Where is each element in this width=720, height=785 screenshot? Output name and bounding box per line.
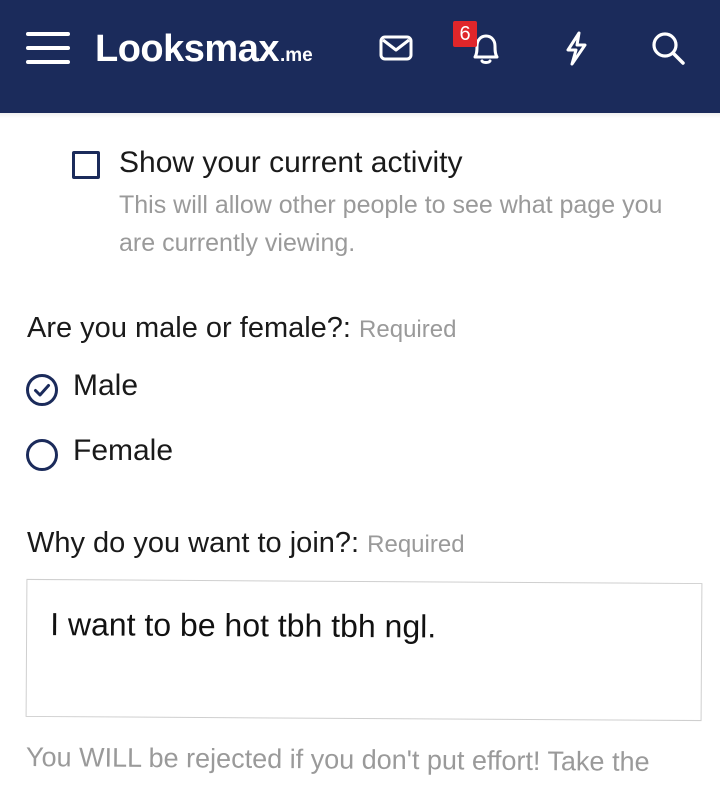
header-shadow	[0, 113, 720, 118]
male-label[interactable]: Male	[73, 369, 138, 403]
female-label[interactable]: Female	[73, 434, 173, 468]
show-activity-hint: This will allow other people to see what…	[119, 191, 663, 257]
menu-icon[interactable]	[26, 30, 70, 66]
checkmark-icon	[34, 384, 50, 397]
join-reason-value: I want to be hot tbh tbh ngl.	[50, 606, 437, 645]
show-activity-checkbox[interactable]	[72, 151, 100, 179]
join-effort-hint: You WILL be rejected if you don't put ef…	[25, 742, 650, 777]
top-navigation-bar: Looksmax .me 6	[0, 0, 720, 113]
logo-text: Looksmax	[95, 28, 279, 70]
show-activity-label[interactable]: Show your current activity	[119, 146, 462, 180]
notification-count-badge: 6	[453, 21, 477, 47]
join-question: Why do you want to join?: Required	[27, 527, 465, 560]
logo-domain: .me	[279, 45, 313, 66]
join-question-text: Why do you want to join?:	[27, 527, 360, 559]
gender-question: Are you male or female?: Required	[27, 312, 456, 345]
site-logo[interactable]: Looksmax .me	[95, 28, 313, 72]
search-icon[interactable]	[648, 28, 688, 68]
join-reason-textarea[interactable]: I want to be hot tbh tbh ngl.	[25, 578, 703, 722]
gender-required-label: Required	[359, 316, 457, 343]
mail-icon[interactable]	[376, 28, 416, 68]
female-radio[interactable]	[26, 439, 58, 471]
join-required-label: Required	[367, 531, 465, 558]
lightning-icon[interactable]	[556, 28, 596, 68]
male-radio-checked[interactable]	[26, 374, 58, 406]
gender-question-text: Are you male or female?:	[27, 312, 351, 344]
